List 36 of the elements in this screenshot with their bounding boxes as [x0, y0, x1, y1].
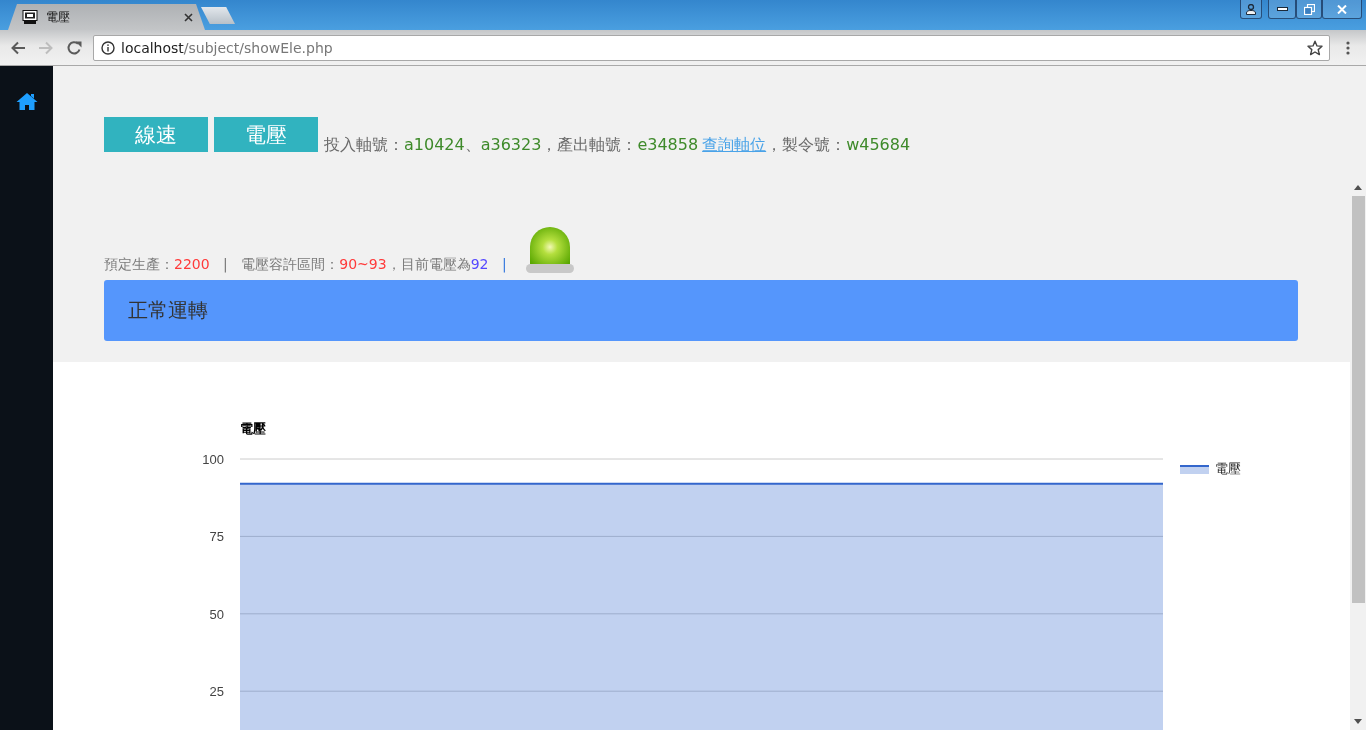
close-icon [1337, 4, 1347, 14]
y-axis-label: 50 [209, 606, 224, 622]
scroll-up-icon[interactable] [1354, 185, 1362, 190]
y-axis-label: 25 [209, 684, 224, 700]
close-icon[interactable] [184, 12, 193, 22]
y-axis-label: 100 [202, 452, 224, 467]
minimize-icon [1276, 7, 1288, 11]
new-tab-button[interactable] [201, 7, 235, 24]
home-icon[interactable] [15, 92, 38, 110]
status-banner: 正常運轉 [104, 280, 1298, 341]
nav-button[interactable]: 線速 [104, 117, 208, 152]
profile-button[interactable] [1240, 0, 1262, 19]
restore-icon [1303, 3, 1315, 15]
scroll-down-icon[interactable] [1354, 719, 1362, 724]
person-icon [1246, 3, 1256, 15]
nav-button[interactable]: 電壓 [214, 117, 318, 152]
back-arrow-icon[interactable] [10, 39, 26, 56]
info-icon[interactable] [101, 40, 115, 55]
shaft-info-text: 投入軸號：a10424、a36323，產出軸號：e34858 查詢軸位，製令號：w45684 [324, 135, 911, 155]
scrollbar-thumb[interactable] [1351, 196, 1365, 603]
url-text: localhost/subject/showEle.php [121, 39, 333, 56]
query-link[interactable]: 查詢軸位 [702, 135, 767, 154]
reload-icon[interactable] [66, 39, 82, 56]
chart-title: 電壓 [240, 421, 266, 436]
voltage-status-text: 預定生產：2200 | 電壓容許區間：90~93，目前電壓為92 | [104, 255, 508, 273]
star-icon[interactable] [1307, 39, 1323, 56]
menu-icon[interactable] [1346, 40, 1350, 55]
restore-button[interactable] [1296, 0, 1322, 19]
monitor-icon [22, 10, 38, 24]
y-axis-label: 75 [209, 529, 224, 545]
browser-tab[interactable]: 電壓 [8, 4, 205, 30]
legend-swatch-icon [1179, 465, 1210, 474]
address-field[interactable]: localhost/subject/showEle.php [93, 34, 1330, 61]
legend-label: 電壓 [1215, 461, 1241, 476]
minimize-button[interactable] [1268, 0, 1296, 19]
close-button[interactable] [1322, 0, 1362, 19]
